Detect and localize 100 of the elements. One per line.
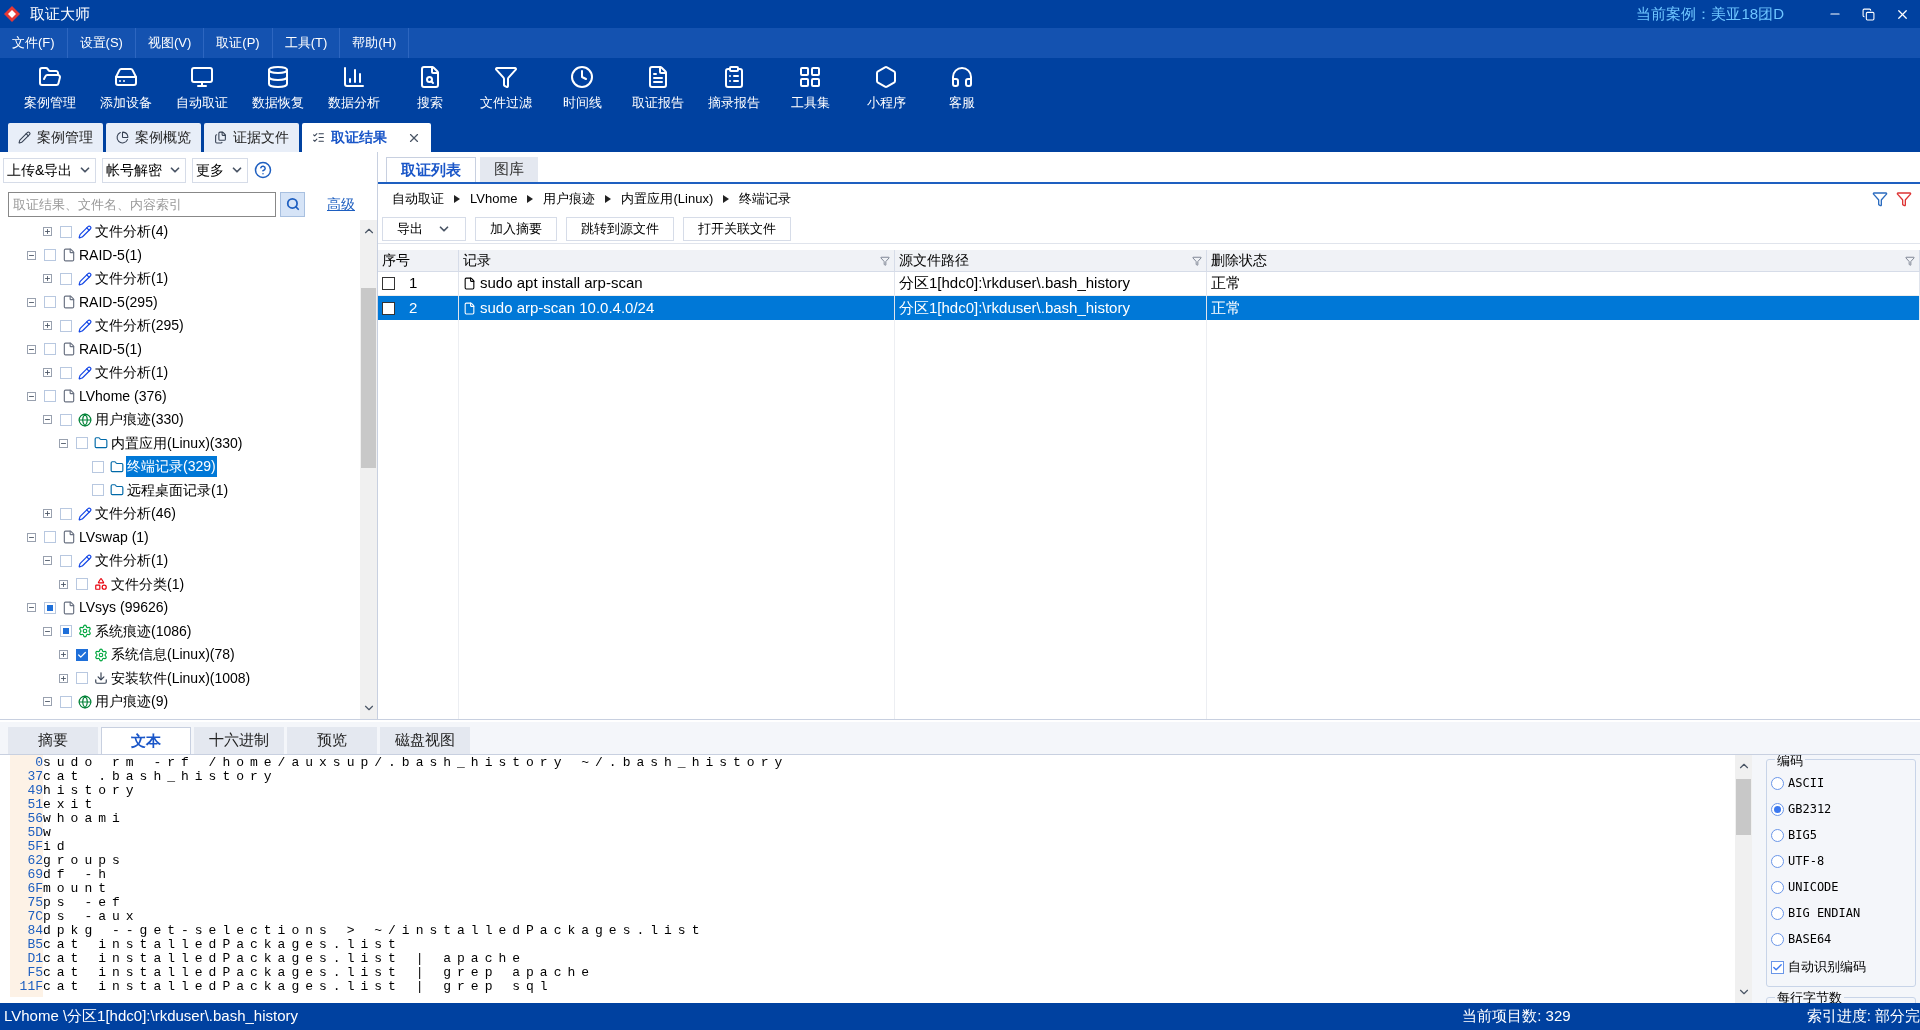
tree-item[interactable]: RAID-5(1) xyxy=(78,338,143,360)
action-button[interactable]: 导出 xyxy=(382,216,466,241)
scroll-thumb[interactable] xyxy=(1736,779,1751,835)
tree-item[interactable]: 文件分析(295) xyxy=(94,315,185,337)
toolbar-button[interactable]: 时间线 xyxy=(544,65,620,113)
collapse-icon[interactable] xyxy=(42,626,52,636)
table-row[interactable]: 1 sudo apt install arp-scan 分区1[hdc0]:\rkduser\.bash_history 正常 xyxy=(378,272,1920,296)
expand-icon[interactable] xyxy=(42,321,52,331)
checkbox[interactable] xyxy=(382,301,395,315)
dropdown-button[interactable]: 上传&导出 xyxy=(3,157,97,183)
tree-item[interactable]: 系统痕迹(1086) xyxy=(94,620,193,642)
dropdown-button[interactable]: 更多 xyxy=(192,157,249,183)
collapse-icon[interactable] xyxy=(26,250,36,260)
column-header[interactable]: 删除状态 xyxy=(1207,250,1920,271)
tab[interactable]: 图库 xyxy=(480,157,538,182)
tree-item[interactable]: 文件分析(1) xyxy=(94,550,170,572)
toolbar-button[interactable]: 搜索 xyxy=(392,65,468,113)
filter-icon[interactable] xyxy=(1905,255,1915,266)
tree-item[interactable]: LVswap (1) xyxy=(78,526,150,548)
tab[interactable]: 取证列表 xyxy=(386,157,476,182)
expand-icon[interactable] xyxy=(58,650,68,660)
checkbox[interactable] xyxy=(382,277,395,290)
tab[interactable]: 文本 xyxy=(101,727,191,754)
expand-icon[interactable] xyxy=(58,673,68,683)
clear-filter-icon[interactable] xyxy=(1896,191,1912,207)
radio-button[interactable] xyxy=(1771,828,1784,842)
toolbar-button[interactable]: 摘录报告 xyxy=(696,65,772,113)
toolbar-button[interactable]: 取证报告 xyxy=(620,65,696,113)
radio-button[interactable] xyxy=(1771,906,1784,920)
expand-icon[interactable] xyxy=(42,509,52,519)
scroll-thumb[interactable] xyxy=(361,288,376,468)
breadcrumb-item[interactable]: 自动取证 xyxy=(392,189,444,209)
search-button[interactable] xyxy=(280,191,305,217)
radio-button[interactable] xyxy=(1771,932,1784,946)
toolbar-button[interactable]: 数据恢复 xyxy=(240,65,316,113)
toolbar-button[interactable]: 客服 xyxy=(924,65,1000,113)
breadcrumb-item[interactable]: LVhome xyxy=(470,189,518,209)
radio-button[interactable] xyxy=(1771,880,1784,894)
tree-item[interactable]: 内置应用(Linux)(330) xyxy=(110,432,244,454)
advanced-link[interactable]: 高级 xyxy=(327,193,355,215)
toolbar-button[interactable]: 自动取证 xyxy=(164,65,240,113)
tab[interactable]: 磁盘视图 xyxy=(380,727,470,754)
tree-item[interactable]: 文件分析(4) xyxy=(94,221,170,243)
tab[interactable]: 十六进制 xyxy=(194,727,284,754)
tree-item[interactable]: 用户痕迹(330) xyxy=(94,409,185,431)
radio-button[interactable] xyxy=(1771,854,1784,868)
tree-item[interactable]: 文件分析(1) xyxy=(94,268,170,290)
dropdown-button[interactable]: 帐号解密 xyxy=(102,157,187,183)
toolbar-button[interactable]: 小程序 xyxy=(848,65,924,113)
toolbar-button[interactable]: 数据分析 xyxy=(316,65,392,113)
tree-item[interactable]: 终端记录(329) xyxy=(126,456,217,478)
tab[interactable]: 案例概览 xyxy=(106,123,201,152)
checkbox[interactable] xyxy=(1771,960,1784,974)
collapse-icon[interactable] xyxy=(42,556,52,566)
toolbar-button[interactable]: 添加设备 xyxy=(88,65,164,113)
action-button[interactable]: 跳转到源文件 xyxy=(566,216,674,241)
column-header[interactable]: 记录 xyxy=(459,250,895,271)
collapse-icon[interactable] xyxy=(26,297,36,307)
search-field[interactable]: 取证结果、文件名、内容索引 xyxy=(8,191,276,217)
tab[interactable]: 案例管理 xyxy=(8,123,103,152)
expand-icon[interactable] xyxy=(42,368,52,378)
collapse-icon[interactable] xyxy=(26,344,36,354)
table-row[interactable]: 2 sudo arp-scan 10.0.4.0/24 分区1[hdc0]:\rkduser\.bash_history 正常 xyxy=(378,296,1920,320)
radio-button[interactable] xyxy=(1771,776,1784,790)
collapse-icon[interactable] xyxy=(58,438,68,448)
collapse-icon[interactable] xyxy=(26,603,36,613)
tree-item[interactable]: 文件分类(1) xyxy=(110,573,186,595)
expand-icon[interactable] xyxy=(42,274,52,284)
breadcrumb-item[interactable]: 内置应用(Linux) xyxy=(621,189,714,209)
expand-icon[interactable] xyxy=(58,579,68,589)
toolbar-button[interactable]: 案例管理 xyxy=(12,65,88,113)
radio-button[interactable] xyxy=(1771,802,1784,816)
restore-icon[interactable] xyxy=(1862,7,1875,21)
action-button[interactable]: 打开关联文件 xyxy=(683,216,791,241)
breadcrumb-item[interactable]: 用户痕迹 xyxy=(543,189,596,209)
tree-item[interactable]: RAID-5(1) xyxy=(78,244,143,266)
tree-item[interactable]: 远程桌面记录(1) xyxy=(126,479,230,501)
column-header[interactable]: 序号 xyxy=(378,250,459,271)
tree-item[interactable]: 文件分析(46) xyxy=(94,503,177,525)
filter-icon[interactable] xyxy=(1192,255,1202,266)
expand-icon[interactable] xyxy=(42,227,52,237)
breadcrumb-item[interactable]: 终端记录 xyxy=(739,189,792,209)
tree-item[interactable]: 系统信息(Linux)(78) xyxy=(110,644,236,666)
toolbar-button[interactable]: 文件过滤 xyxy=(468,65,544,113)
tree-item[interactable]: LVhome (376) xyxy=(78,385,168,407)
help-icon[interactable] xyxy=(254,161,273,179)
filter-icon[interactable] xyxy=(880,255,890,266)
tree-item[interactable]: RAID-5(295) xyxy=(78,291,159,313)
collapse-icon[interactable] xyxy=(26,532,36,542)
scrollbar[interactable] xyxy=(360,220,377,719)
toolbar-button[interactable]: 工具集 xyxy=(772,65,848,113)
collapse-icon[interactable] xyxy=(42,697,52,707)
column-header[interactable]: 源文件路径 xyxy=(895,250,1207,271)
tree-item[interactable]: 安装软件(Linux)(1008) xyxy=(110,667,252,689)
tab[interactable]: 取证结果 xyxy=(302,123,431,152)
collapse-icon[interactable] xyxy=(26,391,36,401)
tab[interactable]: 证据文件 xyxy=(204,123,299,152)
tab[interactable]: 预览 xyxy=(287,727,377,754)
tree-item[interactable]: 用户痕迹(9) xyxy=(94,691,170,713)
tab[interactable]: 摘要 xyxy=(8,727,98,754)
